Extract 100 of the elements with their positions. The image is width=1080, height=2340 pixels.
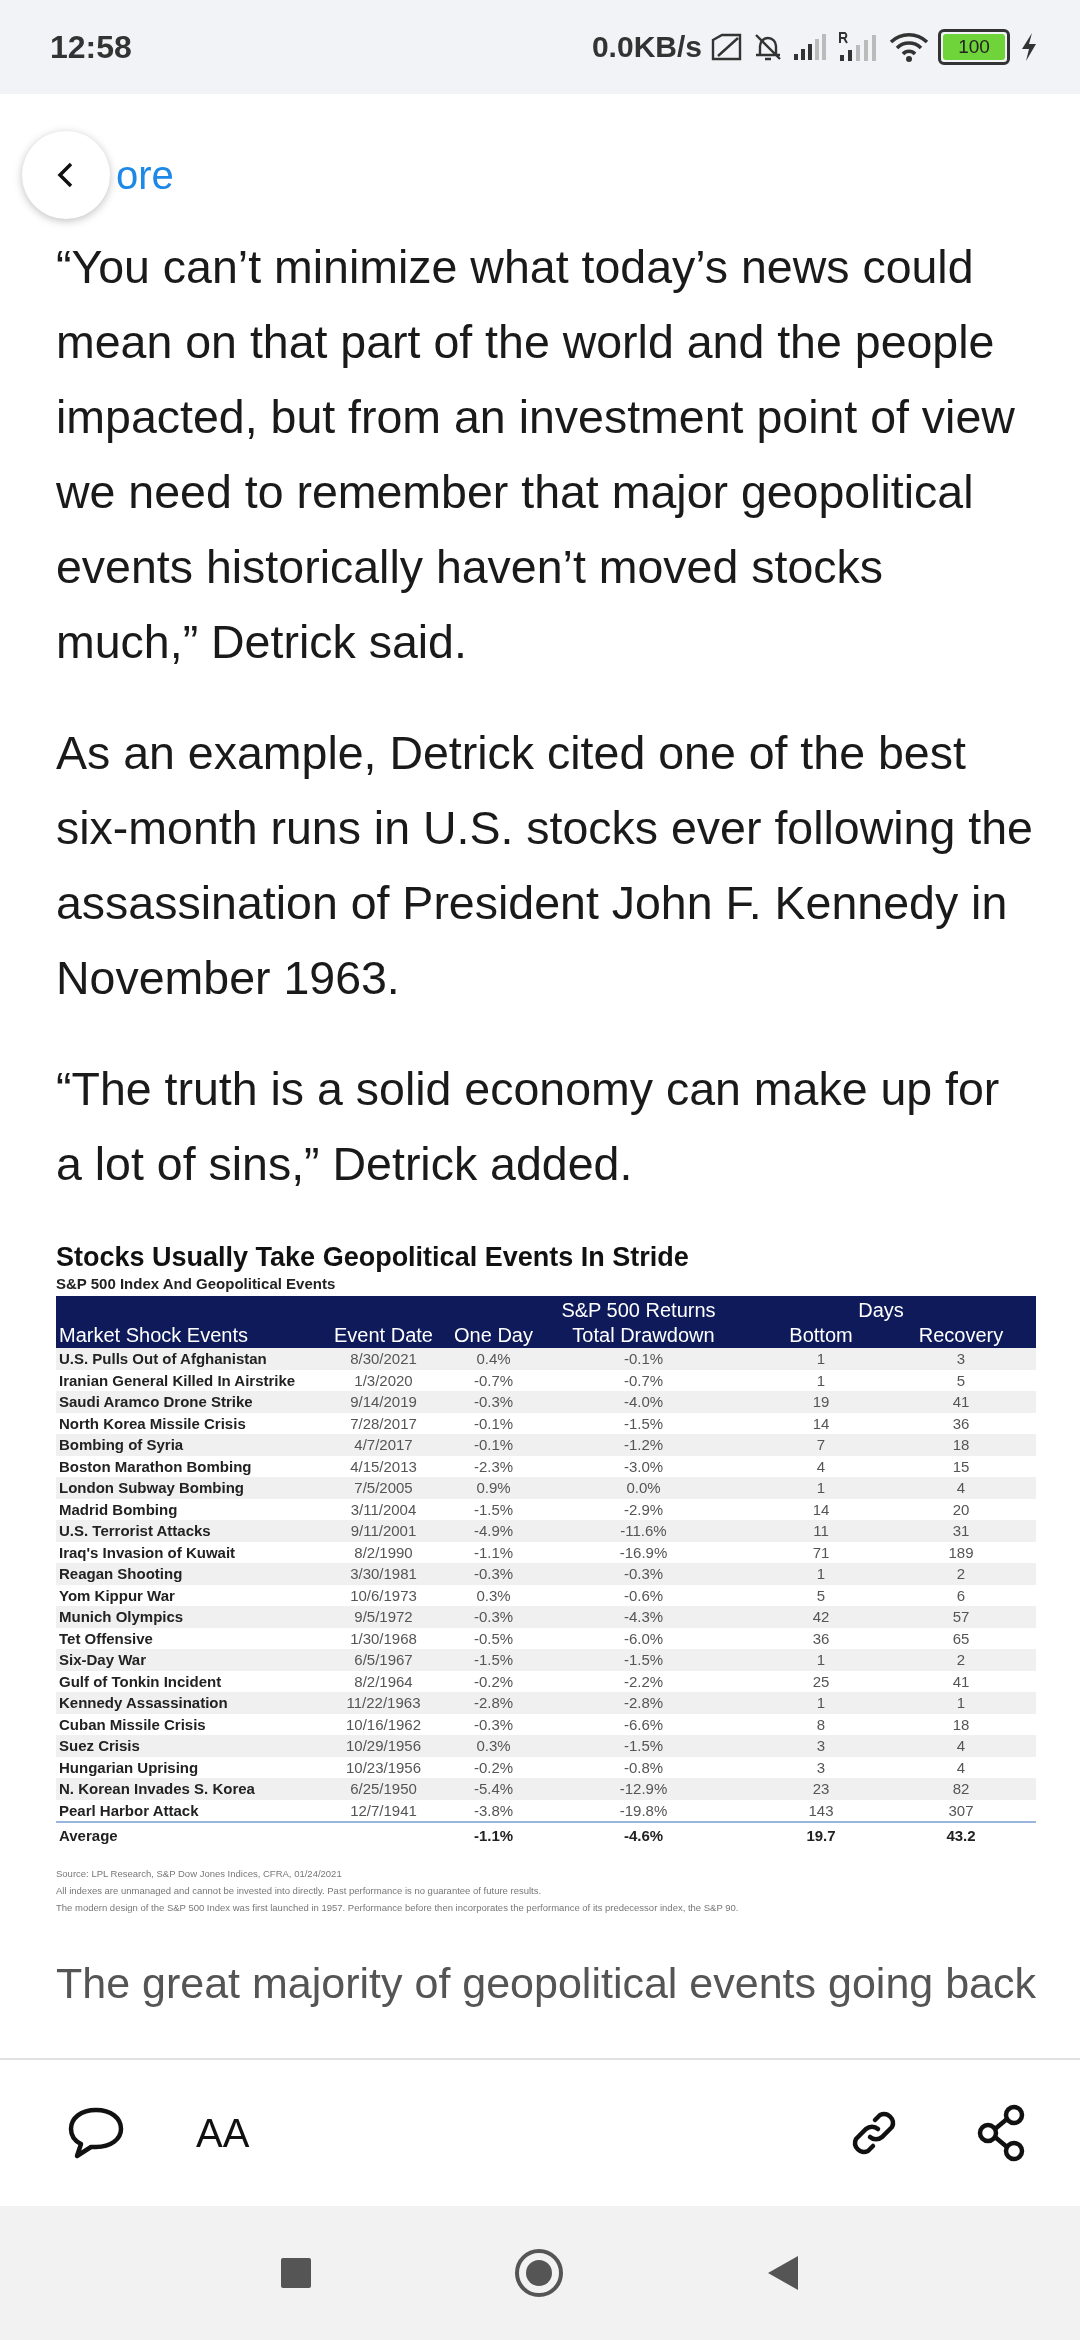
table-cell-text: -6.6% <box>622 1715 665 1733</box>
table-cell-text: 8 <box>815 1715 827 1733</box>
table-cell-text: 1 <box>815 1350 827 1368</box>
table-cell-text: -11.6% <box>619 1522 668 1540</box>
table-cell-text: -0.1% <box>622 1350 665 1368</box>
table-cell-text: Average <box>58 1826 119 1844</box>
column-header: Recovery <box>917 1323 1005 1347</box>
table-cell-text: 36 <box>811 1629 831 1647</box>
table-cell-text: 11 <box>812 1522 830 1540</box>
column-header: Market Shock Events <box>58 1323 249 1347</box>
table-cell-text: 14 <box>811 1500 831 1518</box>
table-cell-text: Saudi Aramco Drone Strike <box>58 1393 254 1411</box>
table-cell-text: 0.9% <box>475 1479 512 1497</box>
table-cell-text: 8/30/2021 <box>349 1350 418 1368</box>
table-cell-text: 1 <box>815 1479 827 1497</box>
table-cell-text: 10/29/1956 <box>344 1737 423 1755</box>
table-cell-text: 36 <box>951 1414 971 1432</box>
table-cell-text: 19.7 <box>805 1826 837 1844</box>
table-cell-text: Madrid Bombing <box>58 1500 179 1518</box>
more-link[interactable]: ore <box>116 152 174 198</box>
table-cell-text: Iranian General Killed In Airstrike <box>58 1371 297 1389</box>
network-speed: 0.0KB/s <box>591 30 702 64</box>
table-cell-text: U.S. Terrorist Attacks <box>58 1522 212 1540</box>
table-cell-text: -3.0% <box>622 1457 665 1475</box>
table-cell-text: -1.5% <box>622 1651 665 1669</box>
table-cell-text: 5 <box>815 1586 827 1604</box>
table-cell-text: 4/7/2017 <box>353 1436 414 1454</box>
table-cell-text: -6.0% <box>622 1629 665 1647</box>
table-footnote: All indexes are unmanaged and cannot be invested into directly. Past performance is no guarantee of future results. <box>56 1884 543 1898</box>
table-cell-text: 31 <box>951 1522 971 1540</box>
table-cell-text: 4 <box>955 1479 967 1497</box>
table-cell-text: -0.3% <box>472 1393 515 1411</box>
table-cell-text: 0.3% <box>475 1586 512 1604</box>
table-cell-text: 8/2/1964 <box>353 1672 414 1690</box>
table-cell-text: 1/3/2020 <box>353 1371 414 1389</box>
table-cell-text: 10/23/1956 <box>344 1758 423 1776</box>
table-cell-text: 2 <box>955 1565 967 1583</box>
table-cell-text: 3/11/2004 <box>349 1500 418 1518</box>
table-cell-text: 4 <box>955 1758 967 1776</box>
table-cell-text: 18 <box>951 1436 971 1454</box>
table-cell-text: Reagan Shooting <box>58 1565 184 1583</box>
table-cell-text: -2.9% <box>622 1500 665 1518</box>
table-cell-text: Cuban Missile Crisis <box>58 1715 207 1733</box>
text-size-button[interactable]: AA <box>196 2110 250 2156</box>
table-cell-text: 1 <box>815 1651 827 1669</box>
table-cell-text: 7 <box>815 1436 827 1454</box>
table-cell-text: -2.8% <box>472 1694 515 1712</box>
home-button[interactable] <box>513 2247 565 2299</box>
table-cell-text: 1 <box>955 1694 967 1712</box>
table-cell-text: Bombing of Syria <box>58 1436 185 1454</box>
table-cell-text: 1 <box>815 1565 827 1583</box>
sim-card-icon <box>710 32 744 62</box>
table-cell-text: -0.3% <box>472 1715 515 1733</box>
table-cell-text: Boston Marathon Bombing <box>58 1457 253 1475</box>
comment-icon[interactable] <box>66 2105 126 2161</box>
table-cell-text: -0.1% <box>472 1436 515 1454</box>
table-cell-text: 0.0% <box>625 1479 662 1497</box>
column-header: One Day <box>453 1323 534 1347</box>
table-cell-text: -4.0% <box>622 1393 665 1411</box>
table-cell-text: 4 <box>955 1737 967 1755</box>
article-paragraph: “You can’t minimize what today’s news could mean on that part of the world and the people impacted, but from an investment point of view we need to remember that major geopolitical events historically haven’t moved stocks much,” Detrick said. <box>56 240 1016 670</box>
table-cell-text: 57 <box>951 1608 971 1626</box>
column-header: Event Date <box>333 1323 434 1347</box>
recents-button[interactable] <box>279 2256 313 2290</box>
column-group-header: Days <box>857 1299 905 1322</box>
table-cell-text: 4/15/2013 <box>349 1457 418 1475</box>
table-cell-text: 2 <box>955 1651 967 1669</box>
table-cell-text: 10/6/1973 <box>349 1586 418 1604</box>
article-paragraph: As an example, Detrick cited one of the best six-month runs in U.S. stocks ever following the assassination of President John F. Kennedy in November 1963. <box>56 726 1034 1006</box>
table-cell-text: 15 <box>951 1457 971 1475</box>
table-cell-text: 20 <box>951 1500 971 1518</box>
table-cell-text: 6/5/1967 <box>353 1651 414 1669</box>
table-cell-text: -12.9% <box>618 1780 669 1798</box>
table-cell-text: Munich Olympics <box>58 1608 185 1626</box>
table-title: Stocks Usually Take Geopolitical Events In Stride <box>56 1242 690 1273</box>
table-cell-text: 41 <box>951 1393 971 1411</box>
table-cell-text: -0.5% <box>472 1629 515 1647</box>
table-cell-text: -1.5% <box>472 1500 515 1518</box>
table-cell-text: -1.2% <box>622 1436 665 1454</box>
table-cell-text: 42 <box>811 1608 831 1626</box>
table-cell-text: Kennedy Assassination <box>58 1694 229 1712</box>
table-cell-text: 189 <box>947 1543 975 1561</box>
table-cell-text: -0.2% <box>472 1672 515 1690</box>
table-cell-text: -2.3% <box>472 1457 515 1475</box>
table-cell-text: Hungarian Uprising <box>58 1758 200 1776</box>
table-cell-text: -1.5% <box>622 1737 665 1755</box>
status-time: 12:58 <box>50 28 132 66</box>
table-cell-text: Suez Crisis <box>58 1737 141 1755</box>
table-cell-text: Six-Day War <box>58 1651 147 1669</box>
table-cell-text: 25 <box>811 1672 831 1690</box>
table-cell-text: 7/28/2017 <box>349 1414 418 1432</box>
table-cell-text: N. Korean Invades S. Korea <box>58 1780 256 1798</box>
table-cell-text: 6 <box>955 1586 967 1604</box>
table-cell-text: -5.4% <box>472 1780 515 1798</box>
column-header: Total Drawdown <box>571 1323 716 1347</box>
table-cell-text: 1 <box>815 1694 827 1712</box>
wifi-icon <box>888 31 930 63</box>
table-cell-text: -1.5% <box>622 1414 665 1432</box>
table-cell-text: 1/30/1968 <box>349 1629 418 1647</box>
table-cell-text: 6/25/1950 <box>349 1780 418 1798</box>
